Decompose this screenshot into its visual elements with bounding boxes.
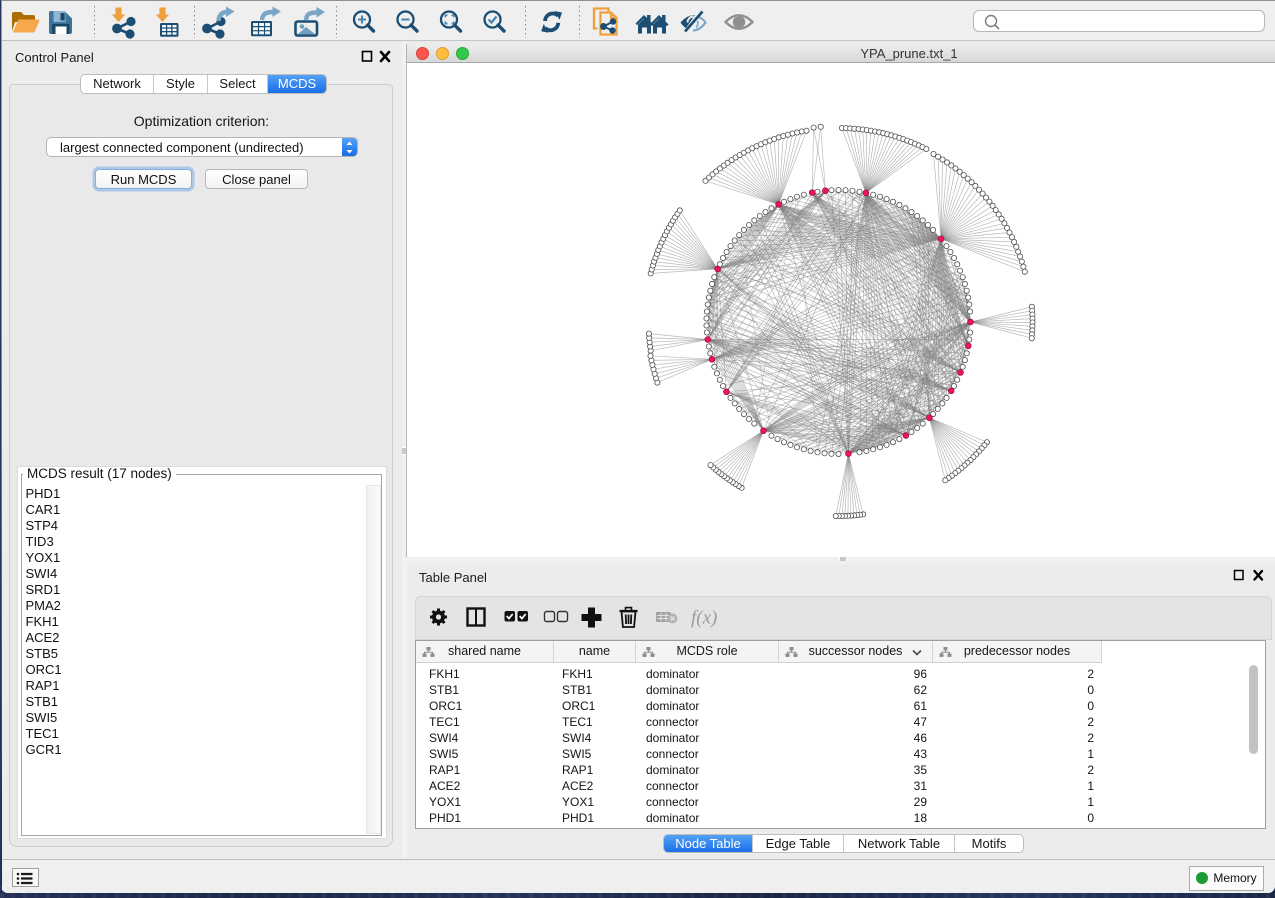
svg-text:f(x): f(x)	[691, 608, 717, 629]
